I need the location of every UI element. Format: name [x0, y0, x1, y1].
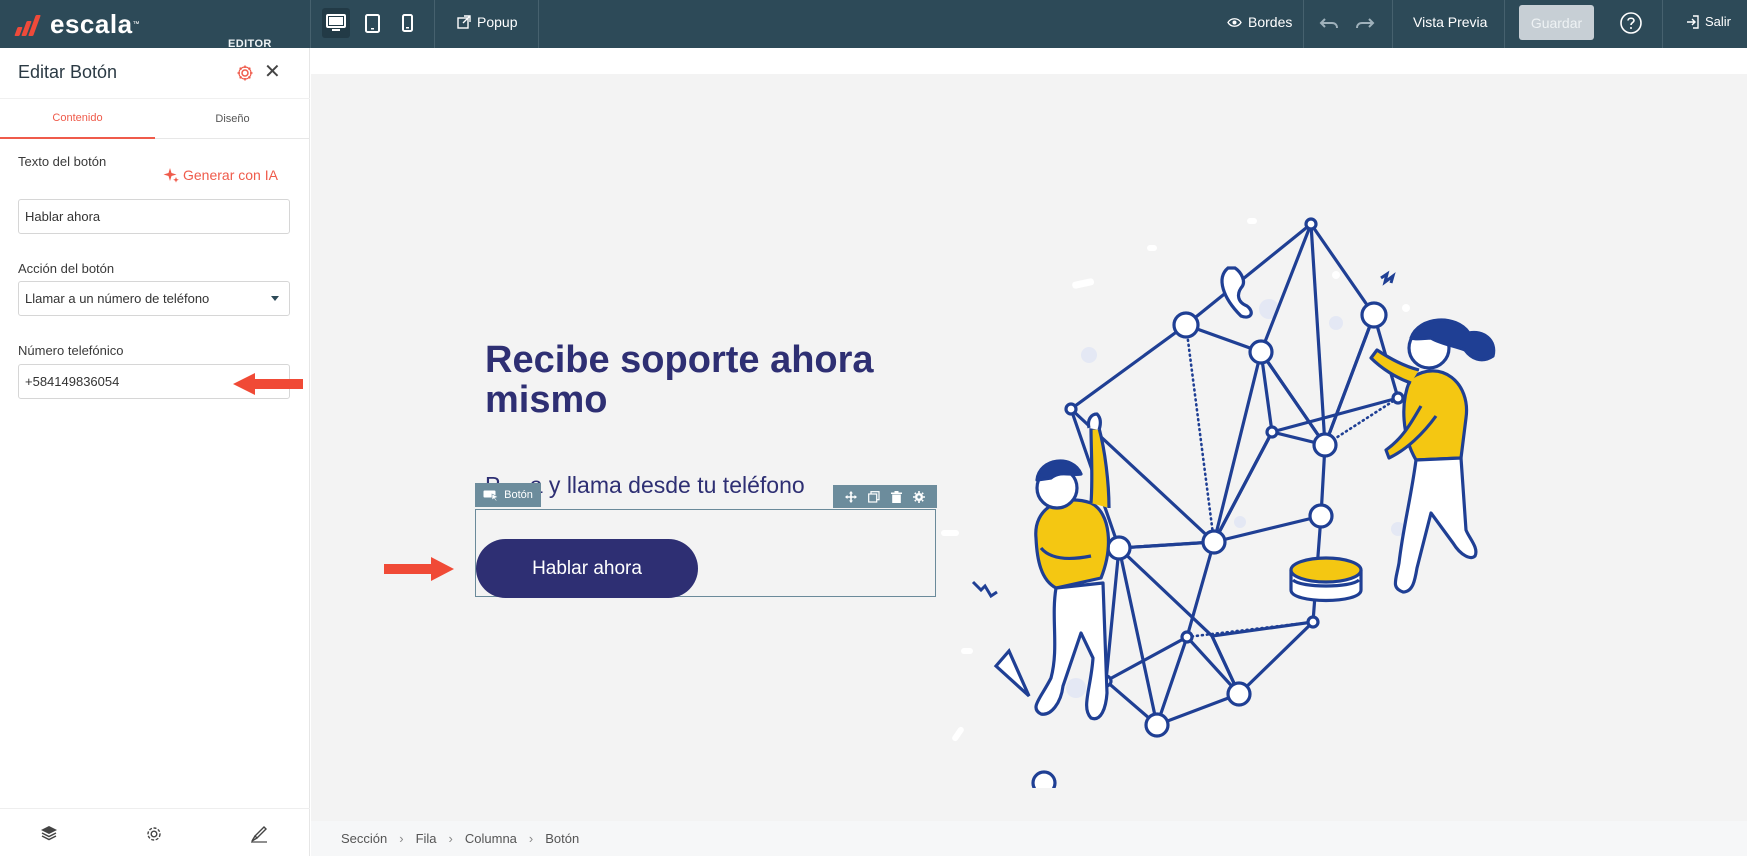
left-arrow-annotation-icon: [233, 373, 303, 395]
button-action-value: Llamar a un número de teléfono: [25, 291, 210, 306]
breadcrumb-columna[interactable]: Columna: [465, 831, 517, 846]
settings-icon: [147, 827, 161, 841]
tablet-view-button[interactable]: [360, 8, 384, 38]
tab-diseno[interactable]: Diseño: [155, 99, 310, 139]
help-button[interactable]: [1617, 8, 1645, 38]
popup-label: Popup: [477, 14, 518, 30]
mobile-icon: [401, 14, 413, 32]
hero-subtitle-rest: a y llama desde tu teléfono: [529, 472, 805, 498]
network-illustration: [941, 217, 1496, 788]
breadcrumb-fila[interactable]: Fila: [416, 831, 437, 846]
popup-button[interactable]: Popup: [457, 14, 517, 30]
settings-button[interactable]: [145, 825, 163, 848]
breadcrumb-seccion[interactable]: Sección: [341, 831, 387, 846]
divider: [310, 0, 311, 48]
brush-button[interactable]: [250, 825, 268, 848]
desktop-icon: [326, 14, 346, 31]
borders-toggle[interactable]: Bordes: [1227, 14, 1292, 30]
redo-button[interactable]: [1353, 8, 1377, 38]
move-icon[interactable]: [844, 490, 857, 503]
phone-label: Número telefónico: [18, 343, 124, 358]
undo-button[interactable]: [1317, 8, 1341, 38]
help-icon: [1620, 12, 1642, 34]
button-text-label: Texto del botón: [18, 154, 107, 169]
edit-button-panel: Editar Botón ✕ Contenido Diseño Texto de…: [0, 48, 310, 856]
canvas-top-strip: [311, 48, 1747, 74]
escala-logo[interactable]: escala ™: [12, 10, 140, 38]
logo-bars-icon: [12, 12, 46, 36]
save-button[interactable]: Guardar: [1519, 5, 1594, 40]
panel-tabs: Contenido Diseño: [0, 98, 310, 139]
chevron-right-icon: ›: [399, 831, 404, 846]
divider: [1662, 0, 1663, 48]
exit-label: Salir: [1705, 14, 1732, 29]
sparkle-icon: [163, 168, 179, 183]
cursor-button-icon: [483, 490, 499, 501]
divider: [1303, 0, 1304, 48]
tab-contenido[interactable]: Contenido: [0, 99, 155, 139]
divider: [434, 0, 435, 48]
duplicate-icon[interactable]: [867, 490, 880, 503]
selection-tools: [833, 485, 937, 508]
tablet-icon: [364, 13, 380, 33]
button-action-select[interactable]: Llamar a un número de teléfono: [18, 281, 290, 316]
top-toolbar: escala ™ EDITOR Popup Bordes Vista Previa…: [0, 0, 1747, 50]
external-link-icon: [457, 15, 471, 29]
divider: [538, 0, 539, 48]
panel-footer: [0, 808, 310, 856]
button-text-input[interactable]: Hablar ahora: [18, 199, 290, 234]
exit-button[interactable]: Salir: [1686, 14, 1731, 29]
undo-icon: [1319, 18, 1338, 29]
cta-button[interactable]: Hablar ahora: [476, 539, 698, 598]
breadcrumb-boton[interactable]: Botón: [545, 831, 579, 846]
preview-label: Vista Previa: [1413, 14, 1488, 30]
eye-icon: [1227, 17, 1242, 27]
gear-icon: [237, 65, 253, 81]
generate-ai-link[interactable]: Generar con IA: [163, 167, 278, 183]
logout-icon: [1687, 14, 1699, 29]
borders-label: Bordes: [1248, 14, 1293, 30]
chevron-right-icon: ›: [528, 831, 534, 846]
generate-ai-label: Generar con IA: [183, 167, 278, 183]
brush-icon: [251, 826, 267, 843]
selection-tag[interactable]: Botón: [475, 483, 541, 507]
right-arrow-annotation-icon: [384, 557, 454, 581]
redo-icon: [1356, 18, 1375, 29]
panel-settings-button[interactable]: [236, 64, 254, 87]
gear-icon[interactable]: [913, 490, 926, 503]
selection-tag-label: Botón: [504, 489, 533, 501]
panel-title: Editar Botón: [18, 62, 118, 82]
layers-icon: [41, 826, 57, 841]
close-icon[interactable]: ✕: [264, 62, 281, 82]
breadcrumb: Sección › Fila › Columna › Botón: [311, 821, 1747, 856]
chevron-down-icon: [271, 296, 279, 301]
chevron-right-icon: ›: [448, 831, 453, 846]
preview-button[interactable]: Vista Previa: [1413, 14, 1487, 30]
divider: [1504, 0, 1505, 48]
page-canvas[interactable]: Recibe soporte ahora mismo Pulsa y llama…: [311, 48, 1747, 821]
mobile-view-button[interactable]: [396, 8, 418, 38]
hero-title[interactable]: Recibe soporte ahora mismo: [485, 340, 945, 420]
divider: [1392, 0, 1393, 48]
button-action-label: Acción del botón: [18, 261, 115, 276]
trash-icon[interactable]: [891, 490, 903, 503]
layers-button[interactable]: [40, 825, 58, 846]
brand-tm: ™: [132, 20, 140, 28]
desktop-view-button[interactable]: [322, 8, 350, 38]
brand-name: escala: [50, 9, 133, 39]
